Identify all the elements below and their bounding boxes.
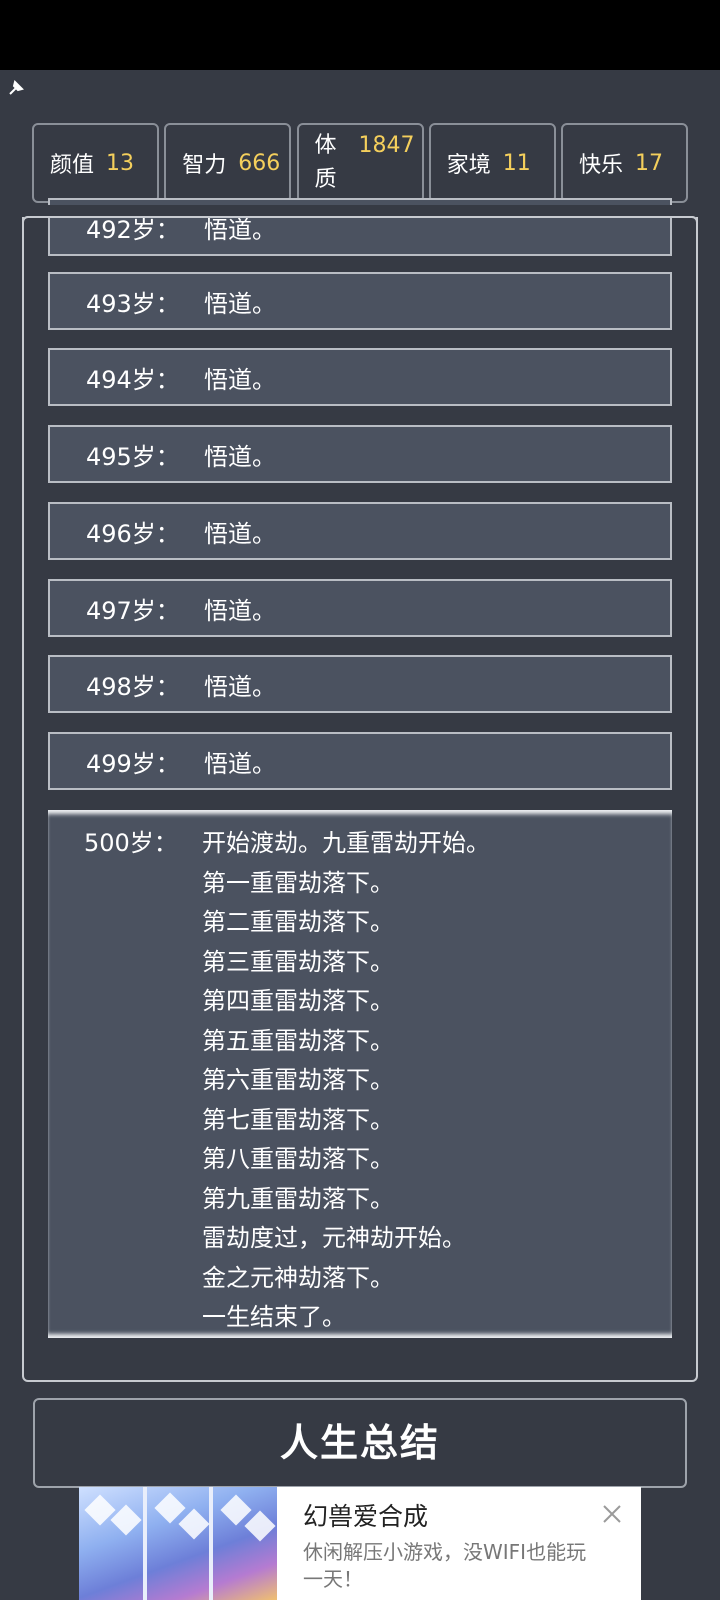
- ad-title[interactable]: 幻兽爱合成: [303, 1497, 428, 1533]
- log-panel-top-border: [22, 216, 698, 222]
- stat-value: 17: [635, 150, 664, 176]
- entry-text: 悟道。: [204, 596, 276, 625]
- entry-line: 第八重雷劫落下。: [202, 1145, 394, 1173]
- stat-appearance: 颜值 13: [32, 123, 159, 203]
- life-summary-button[interactable]: 人生总结: [33, 1398, 687, 1488]
- log-entry: 499岁： 悟道。: [48, 732, 672, 790]
- pin-icon[interactable]: [6, 76, 28, 98]
- stat-value: 666: [238, 150, 281, 176]
- stats-bar: 颜值 13 智力 666 体质 1847 家境 11 快乐 17: [32, 123, 688, 203]
- entry-age: 499岁：: [86, 749, 180, 778]
- entry-line: 第六重雷劫落下。: [202, 1066, 394, 1094]
- log-entry-final: 500岁： 开始渡劫。九重雷劫开始。 第一重雷劫落下。 第二重雷劫落下。 第三重…: [48, 810, 672, 1338]
- entry-line: 第九重雷劫落下。: [202, 1184, 394, 1213]
- log-entry: 493岁： 悟道。: [48, 272, 672, 330]
- log-entry: 494岁： 悟道。: [48, 348, 672, 406]
- ad-banner[interactable]: 幻兽爱合成 休闲解压小游戏，没WIFI也能玩一天！: [79, 1487, 641, 1600]
- stat-label: 智力: [182, 153, 227, 178]
- ad-description[interactable]: 休闲解压小游戏，没WIFI也能玩一天！: [303, 1539, 593, 1593]
- stat-happiness: 快乐 17: [561, 123, 688, 203]
- stat-label: 快乐: [579, 153, 624, 178]
- log-entry: 495岁： 悟道。: [48, 425, 672, 483]
- entry-line: 雷劫度过，元神劫开始。: [202, 1224, 466, 1252]
- entry-line: 金之元神劫落下。: [202, 1263, 394, 1292]
- entry-text: 悟道。: [204, 519, 276, 548]
- entry-line: 第五重雷劫落下。: [202, 1026, 394, 1055]
- status-bar: [0, 0, 720, 70]
- entry-text: 悟道。: [204, 672, 276, 701]
- log-entry: 497岁： 悟道。: [48, 579, 672, 637]
- entry-line: 开始渡劫。九重雷劫开始。: [202, 829, 490, 857]
- entry-line: 第三重雷劫落下。: [202, 947, 394, 976]
- stat-value: 13: [106, 150, 135, 176]
- log-entry: 498岁： 悟道。: [48, 655, 672, 713]
- entry-age: 496岁：: [86, 519, 180, 548]
- scroll-mask: [0, 205, 720, 216]
- entry-age: 498岁：: [86, 672, 180, 701]
- stat-constitution: 体质 1847: [296, 123, 424, 203]
- entry-line: 第二重雷劫落下。: [202, 908, 394, 936]
- entry-age: 500岁：: [84, 829, 178, 857]
- log-entry: 496岁： 悟道。: [48, 502, 672, 560]
- entry-line: 第七重雷劫落下。: [202, 1105, 394, 1134]
- stat-label: 体质: [314, 133, 337, 192]
- entry-age: 497岁：: [86, 596, 180, 625]
- entry-line: 第一重雷劫落下。: [202, 868, 394, 897]
- ad-image[interactable]: [79, 1487, 277, 1600]
- stat-intelligence: 智力 666: [164, 123, 292, 203]
- entry-age: 495岁：: [86, 442, 180, 471]
- close-icon[interactable]: [599, 1501, 625, 1527]
- entry-line: 一生结束了。: [202, 1303, 346, 1331]
- entry-age: 494岁：: [86, 365, 180, 394]
- entry-age: 493岁：: [86, 289, 180, 318]
- entry-text: 悟道。: [204, 365, 276, 394]
- stat-label: 家境: [446, 153, 491, 178]
- entry-text: 悟道。: [204, 289, 276, 318]
- stat-label: 颜值: [50, 153, 95, 178]
- entry-text: 悟道。: [204, 442, 276, 471]
- stat-value: 1847: [358, 133, 415, 158]
- stat-value: 11: [502, 150, 531, 176]
- stat-family: 家境 11: [428, 123, 556, 203]
- entry-line: 第四重雷劫落下。: [202, 987, 394, 1015]
- entry-lines: 开始渡劫。九重雷劫开始。 第一重雷劫落下。 第二重雷劫落下。 第三重雷劫落下。 …: [202, 824, 672, 1338]
- entry-text: 悟道。: [204, 749, 276, 778]
